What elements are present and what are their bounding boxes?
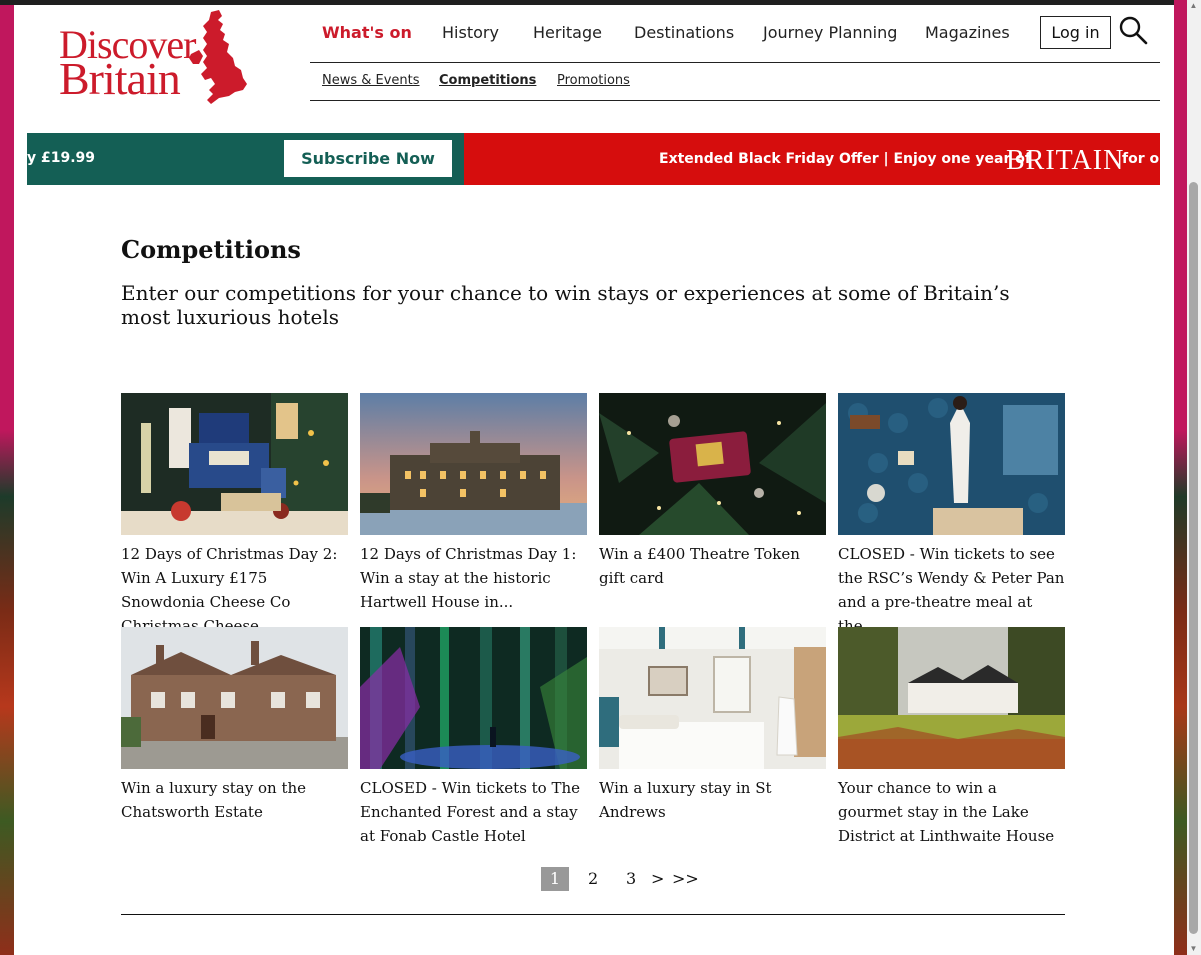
- page-intro: Enter our competitions for your chance t…: [121, 281, 1010, 329]
- competition-title[interactable]: CLOSED - Win tickets to The Enchanted Fo…: [360, 776, 587, 848]
- competition-image[interactable]: [599, 627, 826, 769]
- competition-title[interactable]: Win a £400 Theatre Token gift card: [599, 542, 826, 590]
- page-link-1[interactable]: 1: [541, 867, 569, 891]
- banner-green-panel: y £19.99 Subscribe Now: [27, 133, 464, 185]
- page-link-3[interactable]: 3: [626, 867, 636, 891]
- banner-tail-text: for o: [1122, 151, 1160, 167]
- uk-map-icon: [189, 10, 247, 104]
- subscribe-now-button[interactable]: Subscribe Now: [284, 140, 452, 177]
- competition-title[interactable]: Your chance to win a gourmet stay in the…: [838, 776, 1065, 848]
- banner-brand-logo: BRITAIN: [1006, 145, 1125, 176]
- competition-image[interactable]: [121, 393, 348, 535]
- competition-image[interactable]: [599, 393, 826, 535]
- competition-image[interactable]: [360, 393, 587, 535]
- nav-item-history[interactable]: History: [442, 23, 499, 42]
- subnav-item-news-events[interactable]: News & Events: [322, 73, 420, 88]
- banner-red-panel: Extended Black Friday Offer | Enjoy one …: [464, 133, 1160, 185]
- search-icon[interactable]: [1118, 15, 1148, 45]
- scroll-down-arrow-icon[interactable]: ▼: [1189, 945, 1198, 953]
- competition-image[interactable]: [838, 627, 1065, 769]
- subscription-banner[interactable]: y £19.99 Subscribe Now Extended Black Fr…: [27, 133, 1160, 185]
- nav-item-whats-on[interactable]: What's on: [322, 23, 412, 42]
- competition-image[interactable]: [838, 393, 1065, 535]
- competition-title[interactable]: 12 Days of Christmas Day 2: Win A Luxury…: [121, 542, 348, 638]
- banner-price: y £19.99: [27, 150, 96, 166]
- login-button[interactable]: Log in: [1040, 16, 1111, 49]
- scrollbar[interactable]: ▲ ▼: [1174, 0, 1201, 955]
- logo-line-2: Britain: [59, 53, 181, 104]
- background-left: [0, 0, 14, 955]
- page: Discover Britain What's on History Herit…: [14, 5, 1174, 955]
- competition-image[interactable]: [121, 627, 348, 769]
- competition-image[interactable]: [360, 627, 587, 769]
- nav-item-journey-planning[interactable]: Journey Planning: [763, 23, 897, 42]
- subnav-item-promotions[interactable]: Promotions: [557, 73, 630, 88]
- banner-offer-text: Extended Black Friday Offer | Enjoy one …: [659, 151, 1031, 167]
- nav-item-heritage[interactable]: Heritage: [533, 23, 602, 42]
- subnav-item-competitions[interactable]: Competitions: [439, 73, 536, 88]
- next-page-link[interactable]: >: [651, 867, 664, 891]
- sub-nav: News & Events Competitions Promotions: [310, 63, 1160, 101]
- bottom-divider: [121, 914, 1065, 915]
- competition-title[interactable]: CLOSED - Win tickets to see the RSC’s We…: [838, 542, 1065, 638]
- page-link-2[interactable]: 2: [588, 867, 598, 891]
- nav-item-destinations[interactable]: Destinations: [634, 23, 734, 42]
- competition-title[interactable]: 12 Days of Christmas Day 1: Win a stay a…: [360, 542, 587, 614]
- main-nav: What's on History Heritage Destinations …: [310, 5, 1160, 63]
- logo-text: Discover Britain: [59, 25, 196, 104]
- last-page-link[interactable]: >>: [672, 867, 699, 891]
- competition-title[interactable]: Win a luxury stay in St Andrews: [599, 776, 826, 824]
- nav-item-magazines[interactable]: Magazines: [925, 23, 1010, 42]
- scrollbar-thumb[interactable]: [1189, 182, 1198, 934]
- site-logo[interactable]: Discover Britain: [59, 8, 259, 108]
- scroll-up-arrow-icon[interactable]: ▲: [1189, 2, 1198, 10]
- page-title: Competitions: [121, 235, 301, 264]
- competition-title[interactable]: Win a luxury stay on the Chatsworth Esta…: [121, 776, 348, 824]
